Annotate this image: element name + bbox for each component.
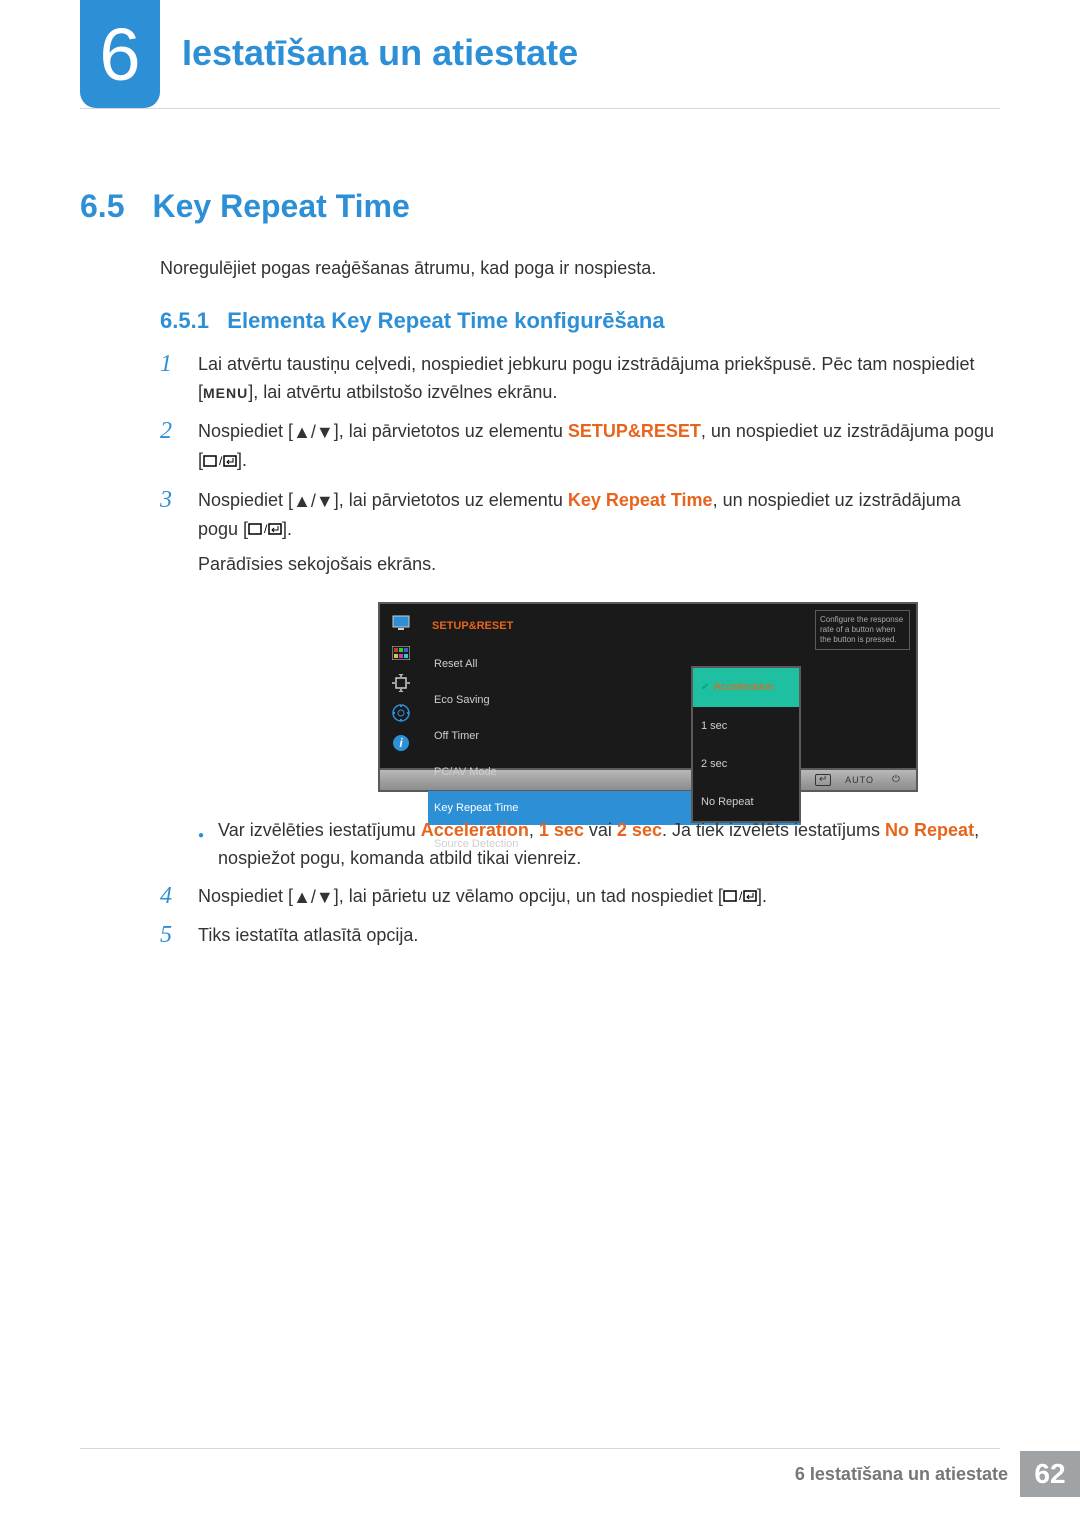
- list-item: ● Var izvēlēties iestatījumu Acceleratio…: [198, 816, 1000, 872]
- section-number: 6.5: [80, 188, 124, 225]
- step-3: 3 Nospiediet [▲/▼], lai pārvietotos uz e…: [160, 486, 1000, 873]
- svg-text:/: /: [219, 454, 223, 468]
- monitor-icon: [390, 614, 412, 632]
- power-icon: ⏻: [888, 774, 904, 786]
- step-2: 2 Nospiediet [▲/▼], lai pārvietotos uz e…: [160, 417, 1000, 476]
- step-text: Nospiediet [▲/▼], lai pārvietotos uz ele…: [198, 486, 1000, 873]
- return-icon: ↵: [815, 774, 831, 786]
- auto-label: AUTO: [845, 766, 874, 794]
- enter-icon: /: [203, 448, 237, 476]
- up-down-icon: ▲/▼: [293, 487, 334, 515]
- info-icon: i: [390, 734, 412, 752]
- step-note: Parādīsies sekojošais ekrāns.: [198, 550, 1000, 578]
- chapter-tab: 6: [80, 0, 160, 108]
- step-number: 5: [160, 921, 180, 949]
- page: 6 Iestatīšana un atiestate 6.5 Key Repea…: [0, 0, 1080, 1527]
- osd-popup-norepeat: No Repeat: [693, 783, 799, 821]
- osd-sidebar: i: [380, 604, 422, 768]
- osd-header: SETUP&RESET: [428, 610, 801, 646]
- section-title: Key Repeat Time: [152, 188, 409, 225]
- highlight-setup-reset: SETUP&RESET: [568, 421, 701, 441]
- osd-tooltip: Configure the response rate of a button …: [815, 610, 910, 650]
- osd-right-column: Configure the response rate of a button …: [811, 604, 916, 768]
- osd-popup-1sec: 1 sec: [693, 707, 799, 745]
- resize-icon: [390, 674, 412, 692]
- step-text: Nospiediet [▲/▼], lai pārietu uz vēlamo …: [198, 882, 1000, 911]
- step-number: 3: [160, 486, 180, 873]
- color-icon: [390, 644, 412, 662]
- divider: [80, 108, 1000, 109]
- osd-popup-acceleration: ✔Acceleration: [693, 668, 799, 707]
- step-number: 1: [160, 350, 180, 407]
- up-down-icon: ▲/▼: [293, 418, 334, 446]
- chapter-number: 6: [99, 12, 140, 97]
- step-text: Lai atvērtu taustiņu ceļvedi, nospiediet…: [198, 350, 1000, 407]
- osd-popup-2sec: 2 sec: [693, 745, 799, 783]
- osd-screenshot: i SETUP&RESET Reset All Eco SavingOff Of…: [378, 602, 918, 792]
- subsection-heading: 6.5.1 Elementa Key Repeat Time konfigurē…: [160, 308, 665, 334]
- step-5: 5 Tiks iestatīta atlasītā opcija.: [160, 921, 1000, 949]
- step-number: 4: [160, 882, 180, 911]
- svg-text:/: /: [739, 889, 743, 903]
- step-number: 2: [160, 417, 180, 476]
- svg-text:/: /: [264, 522, 268, 536]
- enter-icon: /: [248, 516, 282, 544]
- check-icon: ✔: [701, 682, 709, 693]
- subsection-number: 6.5.1: [160, 308, 209, 333]
- step-1: 1 Lai atvērtu taustiņu ceļvedi, nospiedi…: [160, 350, 1000, 407]
- steps-list: 1 Lai atvērtu taustiņu ceļvedi, nospiedi…: [160, 350, 1000, 959]
- osd-popup: ✔Acceleration 1 sec 2 sec No Repeat: [691, 666, 801, 823]
- bullet-icon: ●: [198, 816, 204, 872]
- step-4: 4 Nospiediet [▲/▼], lai pārietu uz vēlam…: [160, 882, 1000, 911]
- section-heading: 6.5 Key Repeat Time: [80, 188, 410, 225]
- page-number: 62: [1020, 1451, 1080, 1497]
- chapter-title: Iestatīšana un atiestate: [182, 32, 578, 74]
- step-text: Tiks iestatīta atlasītā opcija.: [198, 921, 1000, 949]
- up-down-icon: ▲/▼: [293, 883, 334, 911]
- bullet-list: ● Var izvēlēties iestatījumu Acceleratio…: [198, 816, 1000, 872]
- osd-panel: i SETUP&RESET Reset All Eco SavingOff Of…: [378, 602, 918, 770]
- page-footer: 6 Iestatīšana un atiestate 62: [795, 1451, 1080, 1497]
- highlight-key-repeat: Key Repeat Time: [568, 490, 713, 510]
- subsection-title: Elementa Key Repeat Time konfigurēšana: [227, 308, 664, 333]
- step-text: Nospiediet [▲/▼], lai pārvietotos uz ele…: [198, 417, 1000, 476]
- footer-chapter-label: 6 Iestatīšana un atiestate: [795, 1464, 1008, 1485]
- settings-icon: [390, 704, 412, 722]
- divider: [80, 1448, 1000, 1449]
- menu-label: MENU: [203, 385, 248, 401]
- enter-icon: /: [723, 883, 757, 911]
- section-description: Noregulējiet pogas reaģēšanas ātrumu, ka…: [160, 258, 656, 279]
